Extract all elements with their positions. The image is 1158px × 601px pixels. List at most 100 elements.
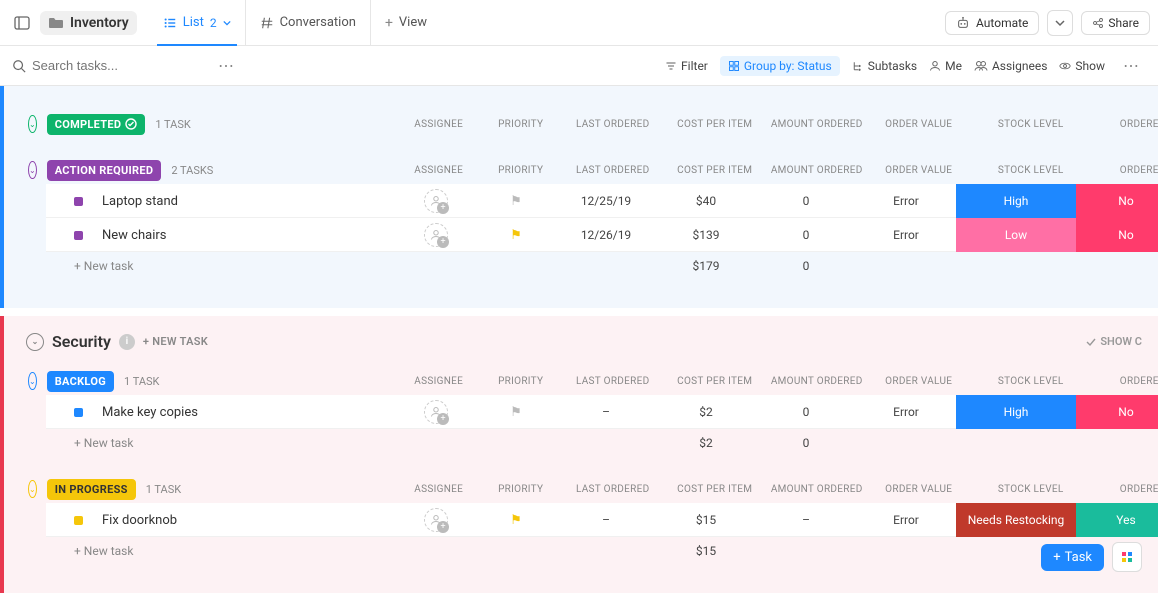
group-header: ⌄ COMPLETED 1 TASK ASSIGNEEPRIORITYLAST … xyxy=(24,110,1152,138)
collapse-icon[interactable]: ⌄ xyxy=(28,161,37,179)
priority-flag-icon[interactable]: ⚑ xyxy=(510,194,522,209)
sidebar-toggle-button[interactable] xyxy=(8,9,36,37)
assignees-button[interactable]: Assignees xyxy=(974,59,1047,73)
tab-conversation[interactable]: Conversation xyxy=(246,0,371,46)
person-icon xyxy=(430,406,442,418)
amount-cell: 0 xyxy=(756,228,856,242)
assignee-add-button[interactable] xyxy=(424,223,448,247)
column-header: COST PER ITEM xyxy=(665,484,765,495)
new-task-row[interactable]: + New task $15 xyxy=(46,537,1152,565)
priority-flag-icon[interactable]: ⚑ xyxy=(510,228,522,243)
column-header: LAST ORDERED xyxy=(563,119,663,130)
status-square-icon xyxy=(74,231,83,240)
stock-level-badge[interactable]: High xyxy=(956,395,1076,429)
task-count: 1 TASK xyxy=(124,375,159,388)
show-closed-button[interactable]: SHOW C xyxy=(1086,335,1150,348)
task-count: 2 TASKS xyxy=(171,164,213,177)
assignee-add-button[interactable] xyxy=(424,189,448,213)
new-task-link[interactable]: + NEW TASK xyxy=(143,335,208,348)
folder-title-button[interactable]: Inventory xyxy=(40,11,137,35)
new-task-row[interactable]: + New task $2 0 xyxy=(46,429,1152,457)
toolbar-right: Filter Group by: Status Subtasks Me Assi… xyxy=(665,56,1146,76)
ordered-badge[interactable]: No xyxy=(1076,218,1158,252)
column-header: PRIORITY xyxy=(481,484,561,495)
tab-label: View xyxy=(399,15,427,30)
stock-level-badge[interactable]: Needs Restocking xyxy=(956,503,1076,537)
column-header: ASSIGNEE xyxy=(399,376,479,387)
status-pill[interactable]: COMPLETED xyxy=(47,114,146,135)
show-button[interactable]: Show xyxy=(1059,59,1105,73)
toolbar: ⋯ Filter Group by: Status Subtasks Me As… xyxy=(0,46,1158,86)
column-header: AMOUNT ORDERED xyxy=(767,165,867,176)
column-header: COST PER ITEM xyxy=(665,119,765,130)
new-task-row[interactable]: + New task $179 0 xyxy=(46,252,1152,280)
assignee-add-button[interactable] xyxy=(424,508,448,532)
status-pill[interactable]: BACKLOG xyxy=(47,371,114,392)
order-value-cell: Error xyxy=(856,194,956,208)
task-row[interactable]: Fix doorknob ⚑ – $15 – Error Needs Resto… xyxy=(46,503,1152,537)
total-amount: 0 xyxy=(756,436,856,450)
task-row[interactable]: New chairs ⚑ 12/26/19 $139 0 Error Low N… xyxy=(46,218,1152,252)
search-wrap xyxy=(12,58,212,73)
folder-icon xyxy=(48,15,64,31)
share-button[interactable]: Share xyxy=(1081,11,1150,35)
plus-icon: + xyxy=(385,15,393,31)
priority-flag-icon[interactable]: ⚑ xyxy=(510,513,522,528)
group-by-button[interactable]: Group by: Status xyxy=(720,56,840,76)
column-header: PRIORITY xyxy=(481,119,561,130)
show-label: Show xyxy=(1075,59,1105,73)
apps-fab[interactable] xyxy=(1112,542,1142,572)
total-amount: 0 xyxy=(756,259,856,273)
status-pill[interactable]: IN PROGRESS xyxy=(47,479,136,500)
tab-add-view[interactable]: + View xyxy=(371,0,441,46)
me-button[interactable]: Me xyxy=(929,59,962,73)
info-icon[interactable]: i xyxy=(119,334,135,350)
last-ordered-cell: 12/26/19 xyxy=(556,228,656,242)
new-task-fab[interactable]: + Task xyxy=(1041,544,1104,571)
total-cost: $179 xyxy=(656,259,756,273)
status-square-icon xyxy=(74,516,83,525)
ordered-badge[interactable]: No xyxy=(1076,184,1158,218)
status-group: ⌄ IN PROGRESS 1 TASK ASSIGNEEPRIORITYLAS… xyxy=(24,475,1152,565)
status-pill[interactable]: ACTION REQUIRED xyxy=(47,160,162,181)
plus-icon: + xyxy=(1053,550,1060,565)
status-square-icon xyxy=(74,408,83,417)
ordered-badge[interactable]: Yes xyxy=(1076,503,1158,537)
toolbar-more-button[interactable]: ⋯ xyxy=(1117,56,1146,75)
column-header: STOCK LEVEL xyxy=(971,165,1091,176)
automate-button[interactable]: Automate xyxy=(945,11,1039,35)
task-row[interactable]: Make key copies ⚑ – $2 0 Error High No xyxy=(46,395,1152,429)
order-value-cell: Error xyxy=(856,228,956,242)
column-header: ORDER VALUE xyxy=(869,484,969,495)
column-header: ORDERED xyxy=(1093,119,1158,130)
total-cost: $2 xyxy=(656,436,756,450)
more-button[interactable]: ⋯ xyxy=(212,56,241,75)
task-row[interactable]: Laptop stand ⚑ 12/25/19 $40 0 Error High… xyxy=(46,184,1152,218)
app-header: Inventory List 2 Conversation + View Aut… xyxy=(0,0,1158,46)
stock-level-badge[interactable]: High xyxy=(956,184,1076,218)
collapse-icon[interactable]: ⌄ xyxy=(28,372,37,390)
assignee-add-button[interactable] xyxy=(424,400,448,424)
tab-count: 2 xyxy=(210,16,217,30)
tab-list[interactable]: List 2 xyxy=(149,0,246,46)
section-name: Security xyxy=(52,332,111,351)
collapse-icon[interactable]: ⌄ xyxy=(26,333,44,351)
subtasks-button[interactable]: Subtasks xyxy=(852,59,917,73)
column-header: ORDER VALUE xyxy=(869,165,969,176)
priority-flag-icon[interactable]: ⚑ xyxy=(510,405,522,420)
stock-level-badge[interactable]: Low xyxy=(956,218,1076,252)
task-name: Laptop stand xyxy=(100,194,396,209)
column-header: ASSIGNEE xyxy=(399,165,479,176)
task-count: 1 TASK xyxy=(155,118,190,131)
search-input[interactable] xyxy=(32,58,172,73)
collapse-icon[interactable]: ⌄ xyxy=(28,115,37,133)
filter-button[interactable]: Filter xyxy=(665,59,708,73)
column-header: ASSIGNEE xyxy=(399,484,479,495)
ordered-badge[interactable]: No xyxy=(1076,395,1158,429)
column-header: ORDERED xyxy=(1093,165,1158,176)
automate-dropdown-button[interactable] xyxy=(1047,10,1073,36)
person-icon xyxy=(430,229,442,241)
collapse-icon[interactable]: ⌄ xyxy=(28,480,37,498)
section-title-row: ⌄ Security i + NEW TASK SHOW C xyxy=(18,328,1158,361)
group-header: ⌄ BACKLOG 1 TASK ASSIGNEEPRIORITYLAST OR… xyxy=(24,367,1152,395)
